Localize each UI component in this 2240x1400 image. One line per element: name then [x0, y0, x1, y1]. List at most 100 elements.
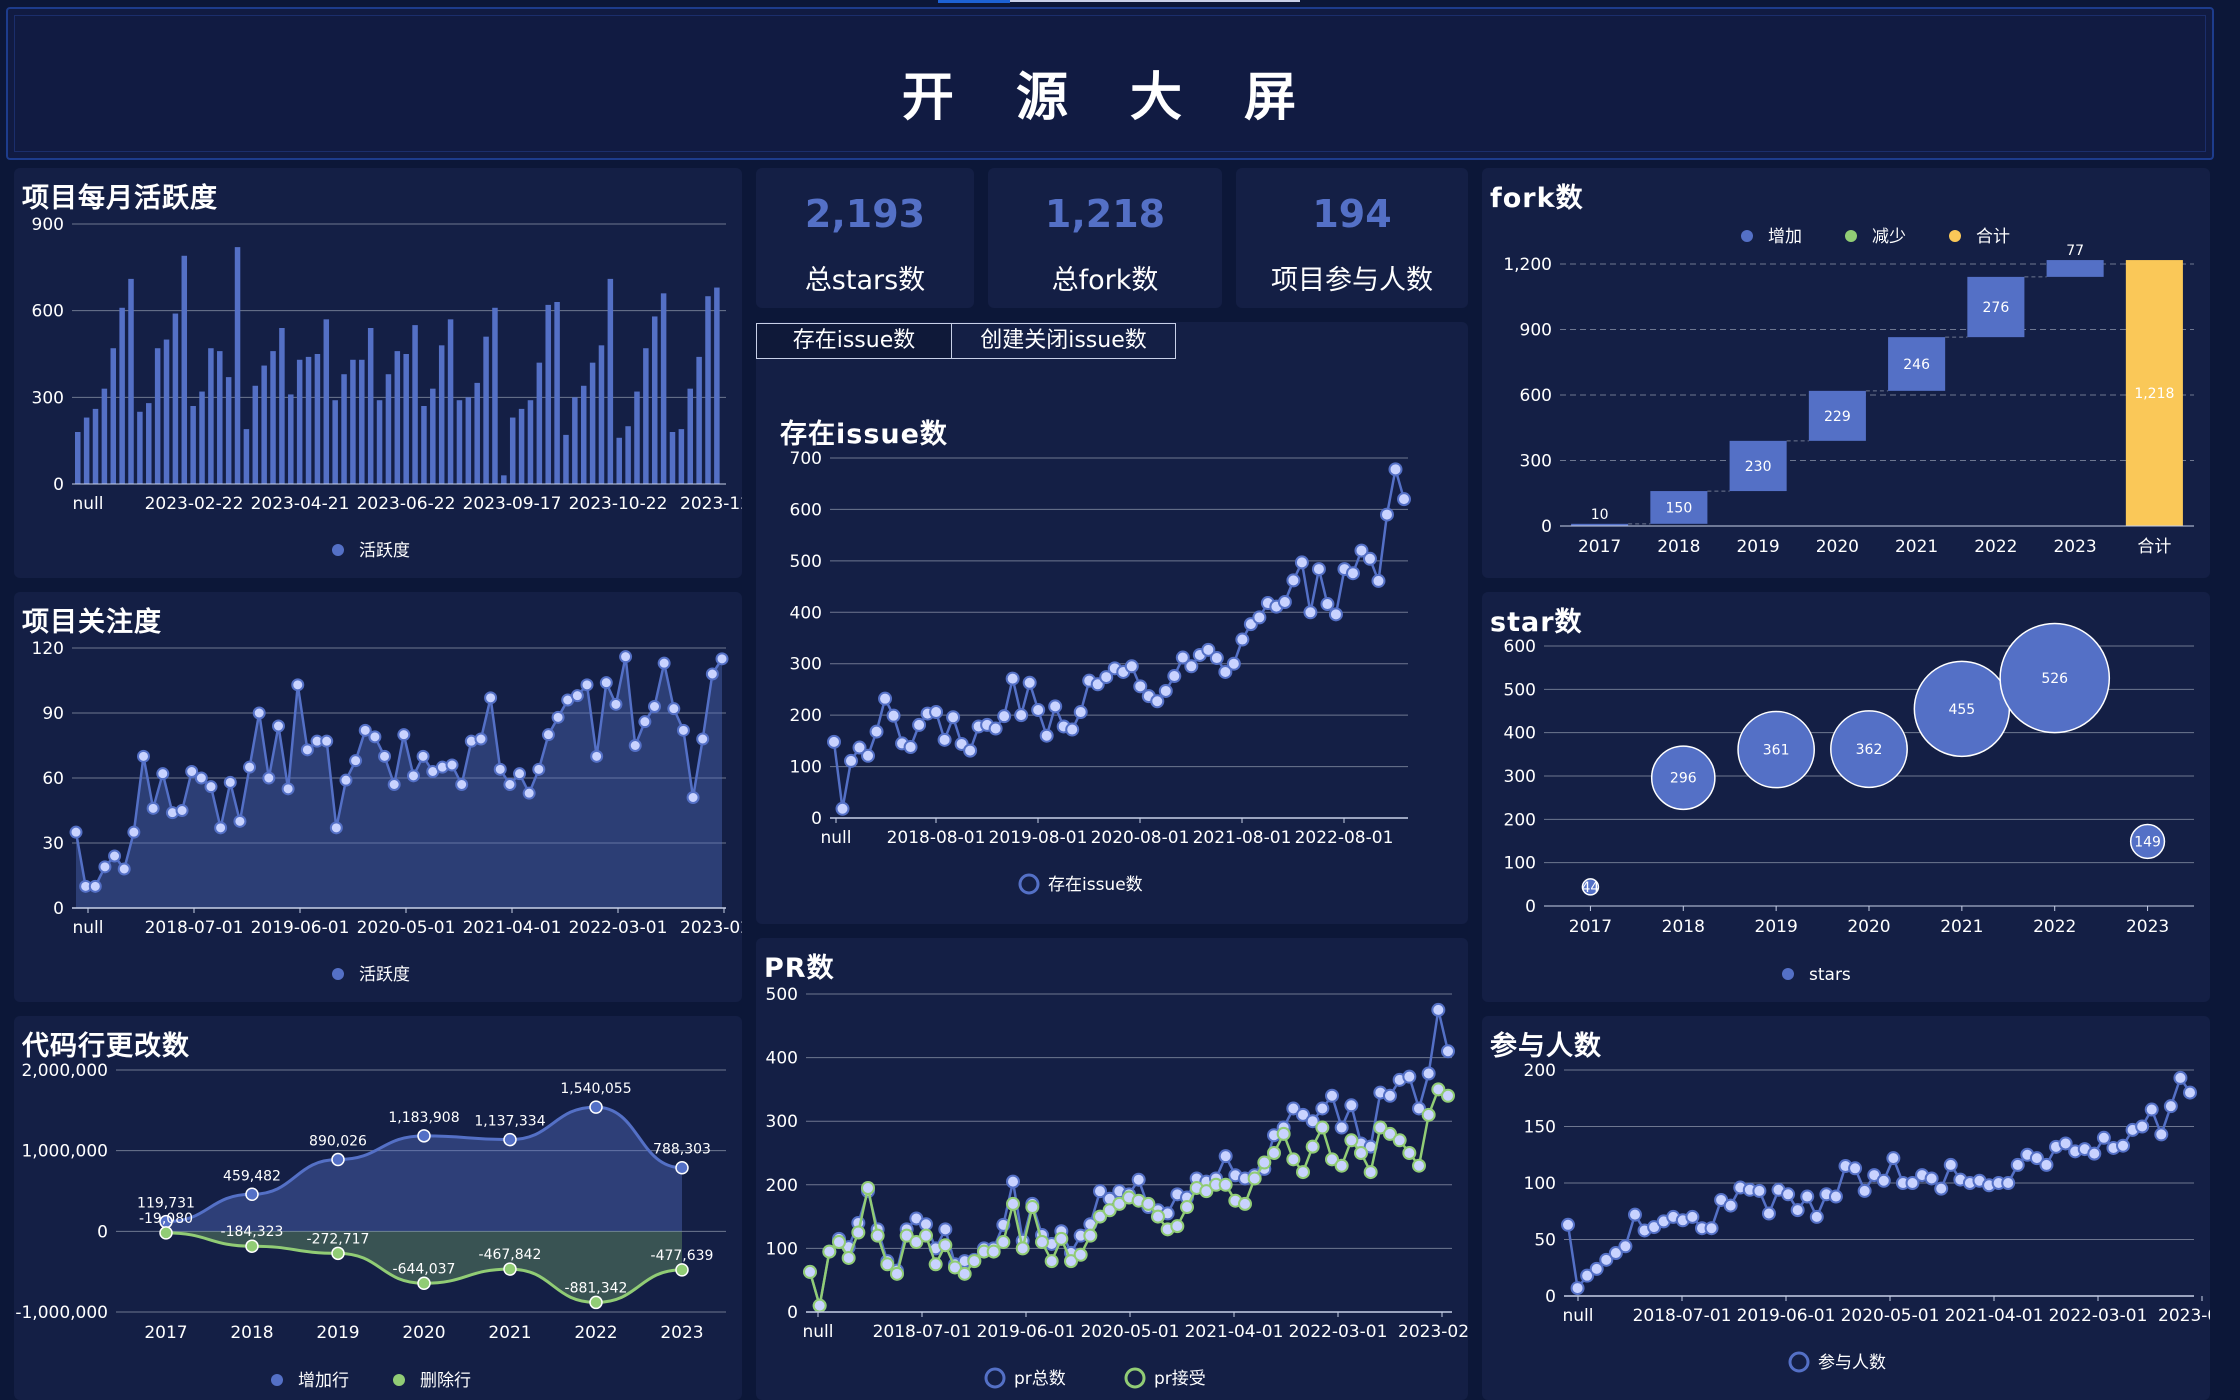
activity-bar [128, 278, 134, 484]
activity-bar [279, 328, 285, 484]
pr-point [1044, 1254, 1059, 1269]
star-y-tick-label: 0 [1525, 897, 1536, 917]
issues-x-tick-label: 2018-08-01 [887, 828, 986, 848]
participants-legend-label: 参与人数 [1818, 1353, 1886, 1373]
pr-point [996, 1235, 1011, 1250]
attention-point [136, 749, 150, 763]
issues-point [1184, 659, 1199, 674]
attention-point [484, 691, 498, 705]
chart-activity: 0 300 600 900 null 2023-02-22 2023-04-21 2023-0… [32, 215, 742, 561]
pr-x-tick-label: 2019-06-01 [977, 1322, 1076, 1342]
star-y-tick-label: 100 [1504, 854, 1536, 874]
participants-point [1886, 1151, 1901, 1166]
tab-created-closed-issues[interactable]: 创建关闭issue数 [951, 323, 1176, 359]
attention-point [676, 723, 690, 737]
attention-point [194, 771, 208, 785]
star-legend-label: stars [1809, 965, 1851, 985]
issues-point [1048, 699, 1063, 714]
activity-bar [359, 359, 365, 484]
activity-bar [341, 374, 347, 484]
participants-point [1800, 1189, 1815, 1204]
pr-point [1267, 1146, 1281, 1160]
activity-bar [137, 411, 143, 484]
pr-y-tick-label: 300 [766, 1112, 798, 1132]
activity-bar [288, 394, 294, 484]
pr-legend-marker [984, 1367, 1006, 1389]
stat-value-forks: 1,218 [1044, 192, 1166, 236]
participants-point [1752, 1183, 1767, 1198]
issues-point [1388, 462, 1403, 477]
fork-x-tick-label: 2018 [1657, 537, 1700, 557]
code-data-label: 459,482 [223, 1168, 281, 1184]
activity-bar [616, 437, 622, 484]
attention-point [329, 821, 343, 835]
participants-point [2096, 1130, 2111, 1145]
code-legend-label: 增加行 [298, 1371, 349, 1391]
attention-point [474, 732, 488, 746]
code-point [159, 1226, 173, 1240]
attention-point [349, 754, 363, 768]
pr-point [1402, 1069, 1417, 1084]
issues-y-tick-label: 0 [811, 809, 822, 829]
panel-issues: 0 100 200 300 400 500 600 700 null 2018-08-01 2019… [756, 322, 1468, 924]
participants-point [2135, 1119, 2150, 1134]
top-tab-inactive[interactable] [1010, 0, 1300, 2]
fork-legend-label: 合计 [1976, 227, 2010, 247]
tab-existing-issues[interactable]: 存在issue数 [756, 323, 952, 359]
pr-point [1431, 1002, 1446, 1017]
issues-x-tick-label: 2022-08-01 [1295, 828, 1394, 848]
fork-x-tick-label: 2020 [1816, 537, 1859, 557]
pr-x-tick-label: 2021-04-01 [1185, 1322, 1284, 1342]
issues-point [1252, 610, 1267, 625]
star-y-tick-label: 200 [1504, 810, 1536, 830]
attention-point [503, 778, 517, 791]
attention-point [117, 862, 131, 876]
activity-bar [367, 328, 374, 484]
participants-point [1618, 1239, 1633, 1254]
pr-legend-label: pr接受 [1154, 1369, 1206, 1389]
activity-bar [705, 296, 711, 484]
participants-x-tick-label: 2022-03-01 [2049, 1306, 2148, 1326]
issues-y-tick-label: 600 [790, 500, 822, 520]
top-tab-active[interactable] [938, 0, 1010, 3]
code-data-label: -881,342 [565, 1280, 628, 1296]
issues-point [861, 748, 876, 763]
panel-star: star数 0 100 200 300 400 500 600 44 2017 296 2018 36… [1482, 592, 2210, 1002]
code-data-label: 788,303 [653, 1142, 711, 1158]
activity-x-tick-label: 2023-04-21 [251, 494, 350, 514]
activity-bar [234, 247, 241, 484]
pr-x-tick-label: 2022-03-01 [1289, 1322, 1388, 1342]
issues-point [1345, 566, 1360, 581]
pr-point [1006, 1196, 1020, 1211]
pr-point [812, 1298, 827, 1313]
star-y-tick-label: 500 [1504, 680, 1536, 700]
activity-y-tick-label: 0 [53, 475, 64, 495]
attention-point [223, 775, 237, 789]
pr-point [1141, 1196, 1156, 1211]
pr-series-line-0 [808, 1009, 1450, 1306]
participants-point [2039, 1157, 2054, 1172]
participants-point [1561, 1217, 1575, 1232]
fork-x-tick-label: 2022 [1974, 537, 2017, 557]
participants-point [1809, 1209, 1824, 1224]
pr-point [1170, 1219, 1185, 1234]
activity-bar [252, 385, 259, 484]
attention-point [233, 814, 247, 828]
pr-point [928, 1257, 943, 1272]
issues-point [1328, 607, 1343, 622]
participants-point [2116, 1138, 2131, 1153]
code-point [331, 1152, 345, 1167]
pr-point [1412, 1158, 1426, 1173]
attention-point [320, 734, 334, 748]
attention-point [243, 760, 257, 774]
attention-y-tick-label: 90 [42, 704, 64, 724]
activity-bar [447, 319, 454, 484]
activity-bar [385, 374, 392, 484]
participants-y-tick-label: 200 [1524, 1061, 1556, 1081]
pr-point [1334, 1158, 1349, 1173]
attention-point [628, 739, 642, 752]
issues-y-tick-label: 300 [790, 655, 822, 675]
fork-legend-label: 增加 [1768, 227, 1802, 247]
activity-bar [509, 417, 516, 484]
activity-bar [181, 255, 188, 484]
